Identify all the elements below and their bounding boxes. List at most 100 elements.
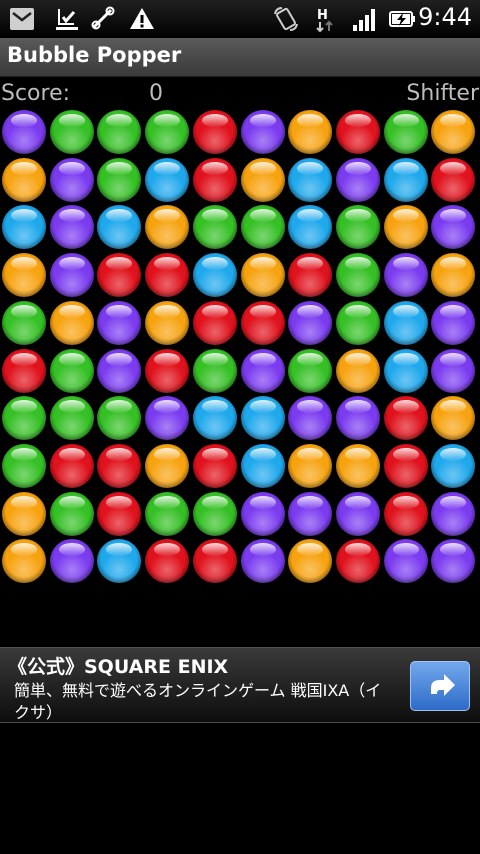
bubble-orange[interactable] bbox=[2, 253, 46, 298]
bubble-purple[interactable] bbox=[145, 396, 190, 441]
bubble-orange[interactable] bbox=[2, 539, 46, 584]
bubble-purple[interactable] bbox=[240, 348, 285, 393]
bubble-purple[interactable] bbox=[383, 253, 428, 298]
bubble-orange[interactable] bbox=[431, 110, 476, 154]
bubble-purple[interactable] bbox=[431, 491, 476, 536]
bubble-blue[interactable] bbox=[192, 396, 237, 441]
bubble-red[interactable] bbox=[240, 300, 285, 345]
bubble-green[interactable] bbox=[97, 110, 142, 154]
bubble-red[interactable] bbox=[145, 348, 190, 393]
bubble-blue[interactable] bbox=[383, 300, 428, 345]
bubble-purple[interactable] bbox=[431, 348, 476, 393]
bubble-red[interactable] bbox=[383, 491, 428, 536]
bubble-orange[interactable] bbox=[288, 443, 333, 488]
bubble-red[interactable] bbox=[2, 348, 46, 393]
bubble-red[interactable] bbox=[97, 443, 142, 488]
bubble-red[interactable] bbox=[97, 491, 142, 536]
bubble-blue[interactable] bbox=[240, 443, 285, 488]
bubble-green[interactable] bbox=[97, 157, 142, 202]
bubble-blue[interactable] bbox=[145, 157, 190, 202]
bubble-green[interactable] bbox=[335, 300, 380, 345]
bubble-purple[interactable] bbox=[2, 110, 46, 154]
bubble-red[interactable] bbox=[335, 110, 380, 154]
bubble-purple[interactable] bbox=[97, 300, 142, 345]
bubble-orange[interactable] bbox=[335, 443, 380, 488]
bubble-green[interactable] bbox=[49, 396, 94, 441]
bubble-blue[interactable] bbox=[2, 205, 46, 250]
bubble-purple[interactable] bbox=[240, 110, 285, 154]
bubble-purple[interactable] bbox=[335, 396, 380, 441]
bubble-red[interactable] bbox=[288, 253, 333, 298]
bubble-green[interactable] bbox=[288, 348, 333, 393]
bubble-green[interactable] bbox=[97, 396, 142, 441]
ad-banner[interactable]: 《公式》SQUARE ENIX 簡単、無料で遊べるオンラインゲーム 戦国IXA（… bbox=[0, 647, 480, 723]
bubble-green[interactable] bbox=[49, 491, 94, 536]
bubble-purple[interactable] bbox=[240, 491, 285, 536]
bubble-blue[interactable] bbox=[431, 443, 476, 488]
bubble-red[interactable] bbox=[335, 539, 380, 584]
bubble-red[interactable] bbox=[145, 539, 190, 584]
bubble-red[interactable] bbox=[383, 396, 428, 441]
bubble-blue[interactable] bbox=[383, 157, 428, 202]
bubble-orange[interactable] bbox=[145, 443, 190, 488]
bubble-red[interactable] bbox=[49, 443, 94, 488]
bubble-green[interactable] bbox=[192, 205, 237, 250]
bubble-red[interactable] bbox=[145, 253, 190, 298]
bubble-green[interactable] bbox=[2, 443, 46, 488]
bubble-purple[interactable] bbox=[288, 491, 333, 536]
bubble-blue[interactable] bbox=[240, 396, 285, 441]
bubble-green[interactable] bbox=[335, 253, 380, 298]
bubble-orange[interactable] bbox=[431, 253, 476, 298]
bubble-orange[interactable] bbox=[431, 396, 476, 441]
bubble-red[interactable] bbox=[431, 157, 476, 202]
bubble-green[interactable] bbox=[192, 491, 237, 536]
bubble-orange[interactable] bbox=[240, 253, 285, 298]
bubble-green[interactable] bbox=[49, 348, 94, 393]
bubble-purple[interactable] bbox=[288, 396, 333, 441]
bubble-purple[interactable] bbox=[240, 539, 285, 584]
bubble-purple[interactable] bbox=[49, 157, 94, 202]
ad-action-button[interactable] bbox=[410, 661, 470, 711]
bubble-green[interactable] bbox=[240, 205, 285, 250]
bubble-red[interactable] bbox=[192, 300, 237, 345]
bubble-red[interactable] bbox=[192, 157, 237, 202]
bubble-red[interactable] bbox=[192, 443, 237, 488]
bubble-blue[interactable] bbox=[97, 205, 142, 250]
bubble-orange[interactable] bbox=[335, 348, 380, 393]
bubble-board[interactable] bbox=[0, 108, 480, 590]
bubble-blue[interactable] bbox=[288, 157, 333, 202]
bubble-purple[interactable] bbox=[383, 539, 428, 584]
bubble-green[interactable] bbox=[145, 491, 190, 536]
bubble-green[interactable] bbox=[2, 300, 46, 345]
ad-title[interactable]: 《公式》SQUARE ENIX bbox=[8, 652, 228, 679]
bubble-purple[interactable] bbox=[49, 539, 94, 584]
bubble-orange[interactable] bbox=[2, 157, 46, 202]
bubble-blue[interactable] bbox=[192, 253, 237, 298]
bubble-orange[interactable] bbox=[288, 539, 333, 584]
bubble-blue[interactable] bbox=[97, 539, 142, 584]
bubble-green[interactable] bbox=[192, 348, 237, 393]
bubble-orange[interactable] bbox=[145, 300, 190, 345]
ad-body-text[interactable]: 簡単、無料で遊べるオンラインゲーム 戦国IXA（イクサ） bbox=[14, 680, 394, 724]
bubble-purple[interactable] bbox=[49, 205, 94, 250]
bubble-purple[interactable] bbox=[97, 348, 142, 393]
bubble-purple[interactable] bbox=[431, 205, 476, 250]
bubble-blue[interactable] bbox=[288, 205, 333, 250]
bubble-purple[interactable] bbox=[49, 253, 94, 298]
bubble-green[interactable] bbox=[335, 205, 380, 250]
bubble-red[interactable] bbox=[192, 539, 237, 584]
bubble-green[interactable] bbox=[145, 110, 190, 154]
bubble-orange[interactable] bbox=[2, 491, 46, 536]
bubble-orange[interactable] bbox=[240, 157, 285, 202]
bubble-orange[interactable] bbox=[49, 300, 94, 345]
bubble-purple[interactable] bbox=[431, 300, 476, 345]
bubble-purple[interactable] bbox=[335, 157, 380, 202]
bubble-blue[interactable] bbox=[383, 348, 428, 393]
bubble-green[interactable] bbox=[49, 110, 94, 154]
bubble-red[interactable] bbox=[383, 443, 428, 488]
bubble-red[interactable] bbox=[192, 110, 237, 154]
bubble-orange[interactable] bbox=[288, 110, 333, 154]
bubble-purple[interactable] bbox=[288, 300, 333, 345]
bubble-green[interactable] bbox=[383, 110, 428, 154]
bubble-green[interactable] bbox=[2, 396, 46, 441]
